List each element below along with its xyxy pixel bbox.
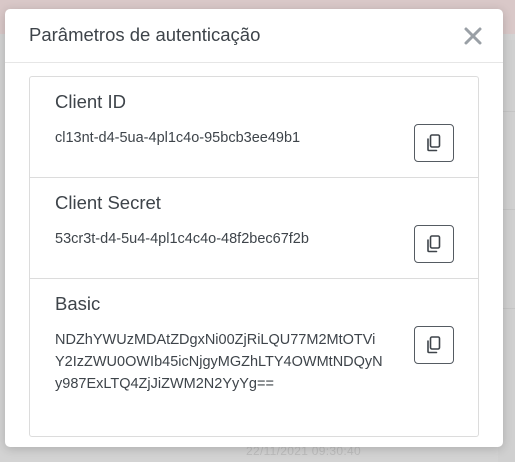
copy-basic-button[interactable] — [414, 326, 454, 364]
copy-client-secret-button[interactable] — [414, 225, 454, 263]
basic-value: NDZhYWUzMDAtZDgxNi00ZjRiLQU77M2MtOTViY2I… — [55, 332, 383, 392]
list-item-client-secret: Client Secret 53cr3t-d4-5u4-4pl1c4c4o-48… — [30, 178, 478, 279]
credentials-list: Client ID cl13nt-d4-5ua-4pl1c4o-95bcb3ee… — [29, 76, 479, 437]
copy-icon — [427, 134, 441, 152]
client-secret-label: Client Secret — [55, 192, 161, 213]
copy-icon — [427, 336, 441, 354]
client-id-value: cl13nt-d4-5ua-4pl1c4o-95bcb3ee49b1 — [55, 130, 301, 146]
client-secret-value: 53cr3t-d4-5u4-4pl1c4c4o-48f2bec67f2b — [55, 231, 309, 247]
close-button[interactable] — [461, 23, 485, 49]
auth-params-modal: Parâmetros de autenticação Client ID cl1… — [5, 9, 503, 447]
copy-icon — [427, 235, 441, 253]
close-icon — [464, 27, 482, 45]
modal-title: Parâmetros de autenticação — [29, 24, 261, 45]
list-item-basic: Basic NDZhYWUzMDAtZDgxNi00ZjRiLQU77M2MtO… — [30, 279, 478, 436]
list-item-client-id: Client ID cl13nt-d4-5ua-4pl1c4o-95bcb3ee… — [30, 77, 478, 178]
modal-header: Parâmetros de autenticação — [5, 9, 503, 63]
copy-client-id-button[interactable] — [414, 124, 454, 162]
basic-label: Basic — [55, 293, 101, 314]
client-id-label: Client ID — [55, 91, 126, 112]
modal-body: Client ID cl13nt-d4-5ua-4pl1c4o-95bcb3ee… — [29, 76, 479, 437]
